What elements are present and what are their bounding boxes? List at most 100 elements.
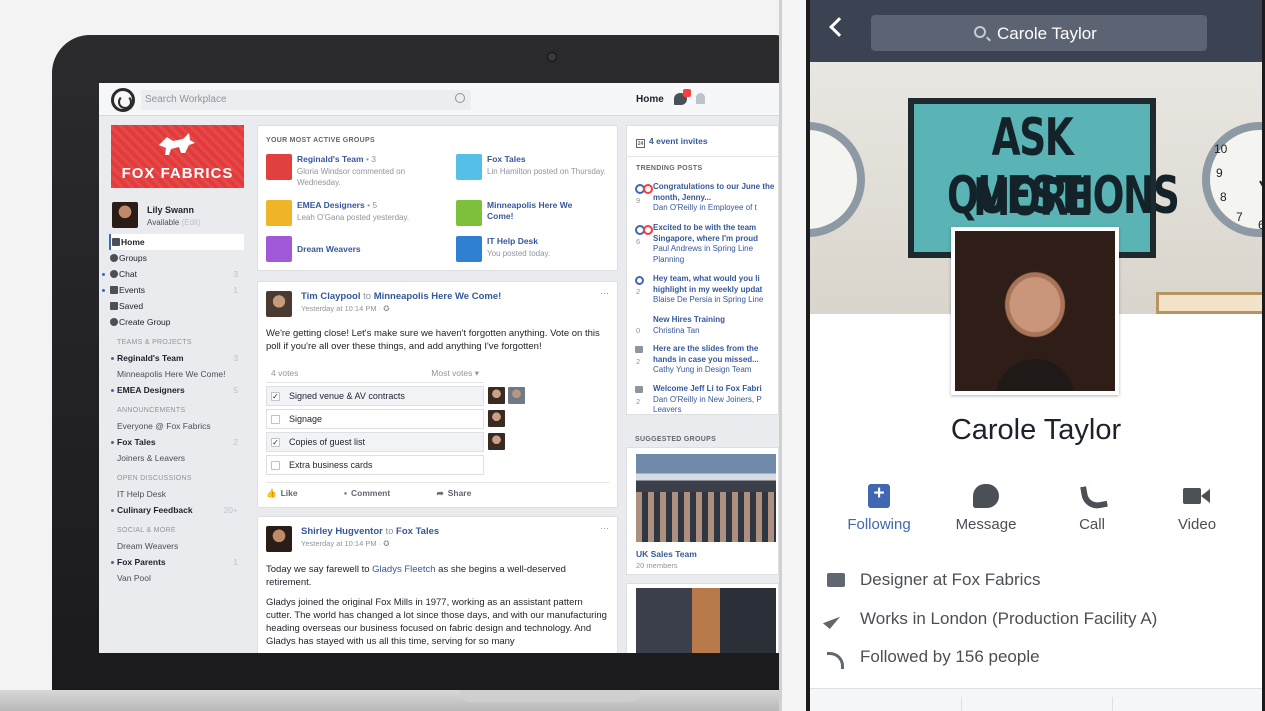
author-link[interactable]: Tim Claypool [301, 291, 360, 302]
feed-post: Tim Claypool to Minneapolis Here We Come… [257, 281, 618, 508]
group-link[interactable]: EMEA Designers 5 [109, 382, 244, 398]
nav-home[interactable]: Home [109, 234, 244, 250]
poll-option[interactable]: Signage [266, 409, 484, 429]
nav-events[interactable]: Events 1 [102, 282, 244, 298]
poll-option[interactable]: Extra business cards [266, 455, 484, 475]
post-timestamp[interactable]: Yesterday at 10:14 PM · ✪ [301, 539, 390, 548]
call-button[interactable]: Call [1042, 484, 1142, 533]
share-icon: ➦ [436, 488, 444, 498]
nav-groups[interactable]: Groups [109, 250, 244, 266]
group-link[interactable]: Fox Tales [396, 526, 439, 537]
post-body: Today we say farewell to Gladys Fleetch … [266, 563, 611, 589]
phone-nav-bar: Carole Taylor [810, 0, 1262, 62]
nav-label: Events [119, 285, 145, 295]
group-link[interactable]: Fox Parents 1 [109, 554, 244, 570]
event-invites-link[interactable]: 24 4 event invites [636, 136, 708, 148]
post-timestamp[interactable]: Yesterday at 10:14 PM · ✪ [301, 304, 390, 313]
edit-status-link[interactable]: (Edit) [182, 218, 201, 227]
like-button[interactable]: 👍 Like [266, 488, 320, 498]
post-menu-icon[interactable]: ··· [600, 523, 609, 533]
poll-checkbox[interactable]: ✓ [271, 392, 280, 401]
mention-link[interactable]: Gladys Fleetch [372, 564, 435, 575]
calendar-icon: 24 [636, 139, 645, 148]
company-banner[interactable]: FOX FABRICS [111, 125, 244, 188]
group-activity: Lin Hamilton posted on Thursday. [487, 167, 606, 176]
nav-label: Home [121, 237, 145, 247]
trending-count: 6 [636, 237, 641, 246]
group-link[interactable]: Dream Weavers [109, 538, 244, 554]
video-button[interactable]: Video [1147, 484, 1247, 533]
active-group-item[interactable]: IT Help Desk You posted today. [456, 236, 631, 270]
group-link[interactable]: Everyone @ Fox Fabrics [109, 418, 244, 434]
nav-create-group[interactable]: Create Group [109, 314, 244, 330]
post-actions: 👍 Like ▪ Comment ➦ Share [266, 488, 611, 499]
suggested-group-card[interactable] [626, 583, 779, 653]
voter-avatar[interactable] [488, 410, 505, 427]
bell-icon[interactable] [696, 93, 705, 104]
group-link[interactable]: Minneapolis Here We Come! [374, 291, 502, 302]
search-icon[interactable] [455, 93, 465, 103]
group-link[interactable]: Joiners & Leavers [109, 450, 244, 466]
phone-search-field[interactable]: Carole Taylor [871, 15, 1207, 51]
active-group-item[interactable]: Reginald's Team • 3 Gloria Windsor comme… [266, 154, 441, 188]
group-link[interactable]: Fox Tales 2 [109, 434, 244, 450]
chat-icon [110, 270, 118, 278]
profile-name[interactable]: Lily Swann [147, 205, 194, 215]
home-link[interactable]: Home [636, 94, 664, 105]
group-link[interactable]: IT Help Desk [109, 486, 244, 502]
poll-option[interactable]: ✓ Signed venue & AV contracts [266, 386, 484, 406]
trending-meta: Paul Andrews in Spring Line Planning [653, 244, 754, 264]
group-count: 2 [233, 437, 238, 447]
poll-sort-select[interactable]: Most votes ▾ [431, 368, 479, 379]
active-group-item[interactable]: Dream Weavers [266, 236, 441, 270]
share-button[interactable]: ➦ Share [437, 488, 494, 498]
comment-button[interactable]: ▪ Comment [344, 488, 412, 498]
info-row-followers[interactable]: Followed by 156 people [824, 642, 1254, 672]
suggested-group-card[interactable]: UK Sales Team 20 members [626, 447, 779, 575]
group-photo [636, 588, 776, 653]
back-chevron-icon[interactable] [829, 17, 849, 37]
active-group-item[interactable]: EMEA Designers • 5 Leah O'Gana posted ye… [266, 200, 441, 234]
active-group-item[interactable]: Fox Tales Lin Hamilton posted on Thursda… [456, 154, 631, 188]
author-link[interactable]: Shirley Hugventor [301, 526, 383, 537]
group-link[interactable]: Reginald's Team 3 [109, 350, 244, 366]
trending-count: 2 [636, 357, 641, 366]
comment-label: Comment [351, 488, 391, 498]
profile-photo[interactable] [951, 227, 1119, 395]
voter-avatar[interactable] [488, 387, 505, 404]
unread-dot [111, 441, 114, 444]
nav-count: 1 [233, 285, 238, 295]
active-group-item[interactable]: Minneapolis Here We Come! [456, 200, 631, 234]
avatar[interactable] [112, 202, 138, 228]
message-button[interactable]: Message [936, 484, 1036, 533]
active-groups-caption: YOUR MOST ACTIVE GROUPS [266, 137, 375, 144]
trending-title: Here are the slides from the hands in ca… [653, 344, 759, 364]
voter-avatar[interactable] [508, 387, 525, 404]
top-bar: Search Workplace Home [99, 83, 779, 116]
group-link[interactable]: Minneapolis Here We Come! [109, 366, 244, 382]
suggested-group-name[interactable]: UK Sales Team [636, 549, 697, 559]
voter-avatar[interactable] [488, 433, 505, 450]
trending-count: 2 [636, 287, 641, 296]
poll-option[interactable]: ✓ Copies of guest list [266, 432, 484, 452]
nav-chat[interactable]: Chat 3 [102, 266, 244, 282]
availability-text: Available [147, 218, 180, 227]
briefcase-icon [827, 573, 845, 587]
author-avatar[interactable] [266, 526, 292, 552]
workplace-logo-icon[interactable] [111, 88, 135, 112]
comment-icon: ▪ [343, 488, 347, 498]
home-icon [112, 238, 120, 246]
nav-saved[interactable]: Saved [109, 298, 244, 314]
following-button[interactable]: Following [829, 483, 929, 533]
author-avatar[interactable] [266, 291, 292, 317]
profile-status: Available (Edit) [147, 218, 201, 227]
group-link[interactable]: Van Pool [109, 570, 244, 586]
group-count: 1 [233, 557, 238, 567]
poll-checkbox[interactable]: ✓ [271, 438, 280, 447]
poll-checkbox[interactable] [271, 415, 280, 424]
post-menu-icon[interactable]: ··· [600, 288, 609, 298]
poll-checkbox[interactable] [271, 461, 280, 470]
search-input[interactable]: Search Workplace [141, 90, 471, 110]
group-link[interactable]: Culinary Feedback 20+ [109, 502, 244, 518]
laptop-notch [460, 690, 640, 702]
